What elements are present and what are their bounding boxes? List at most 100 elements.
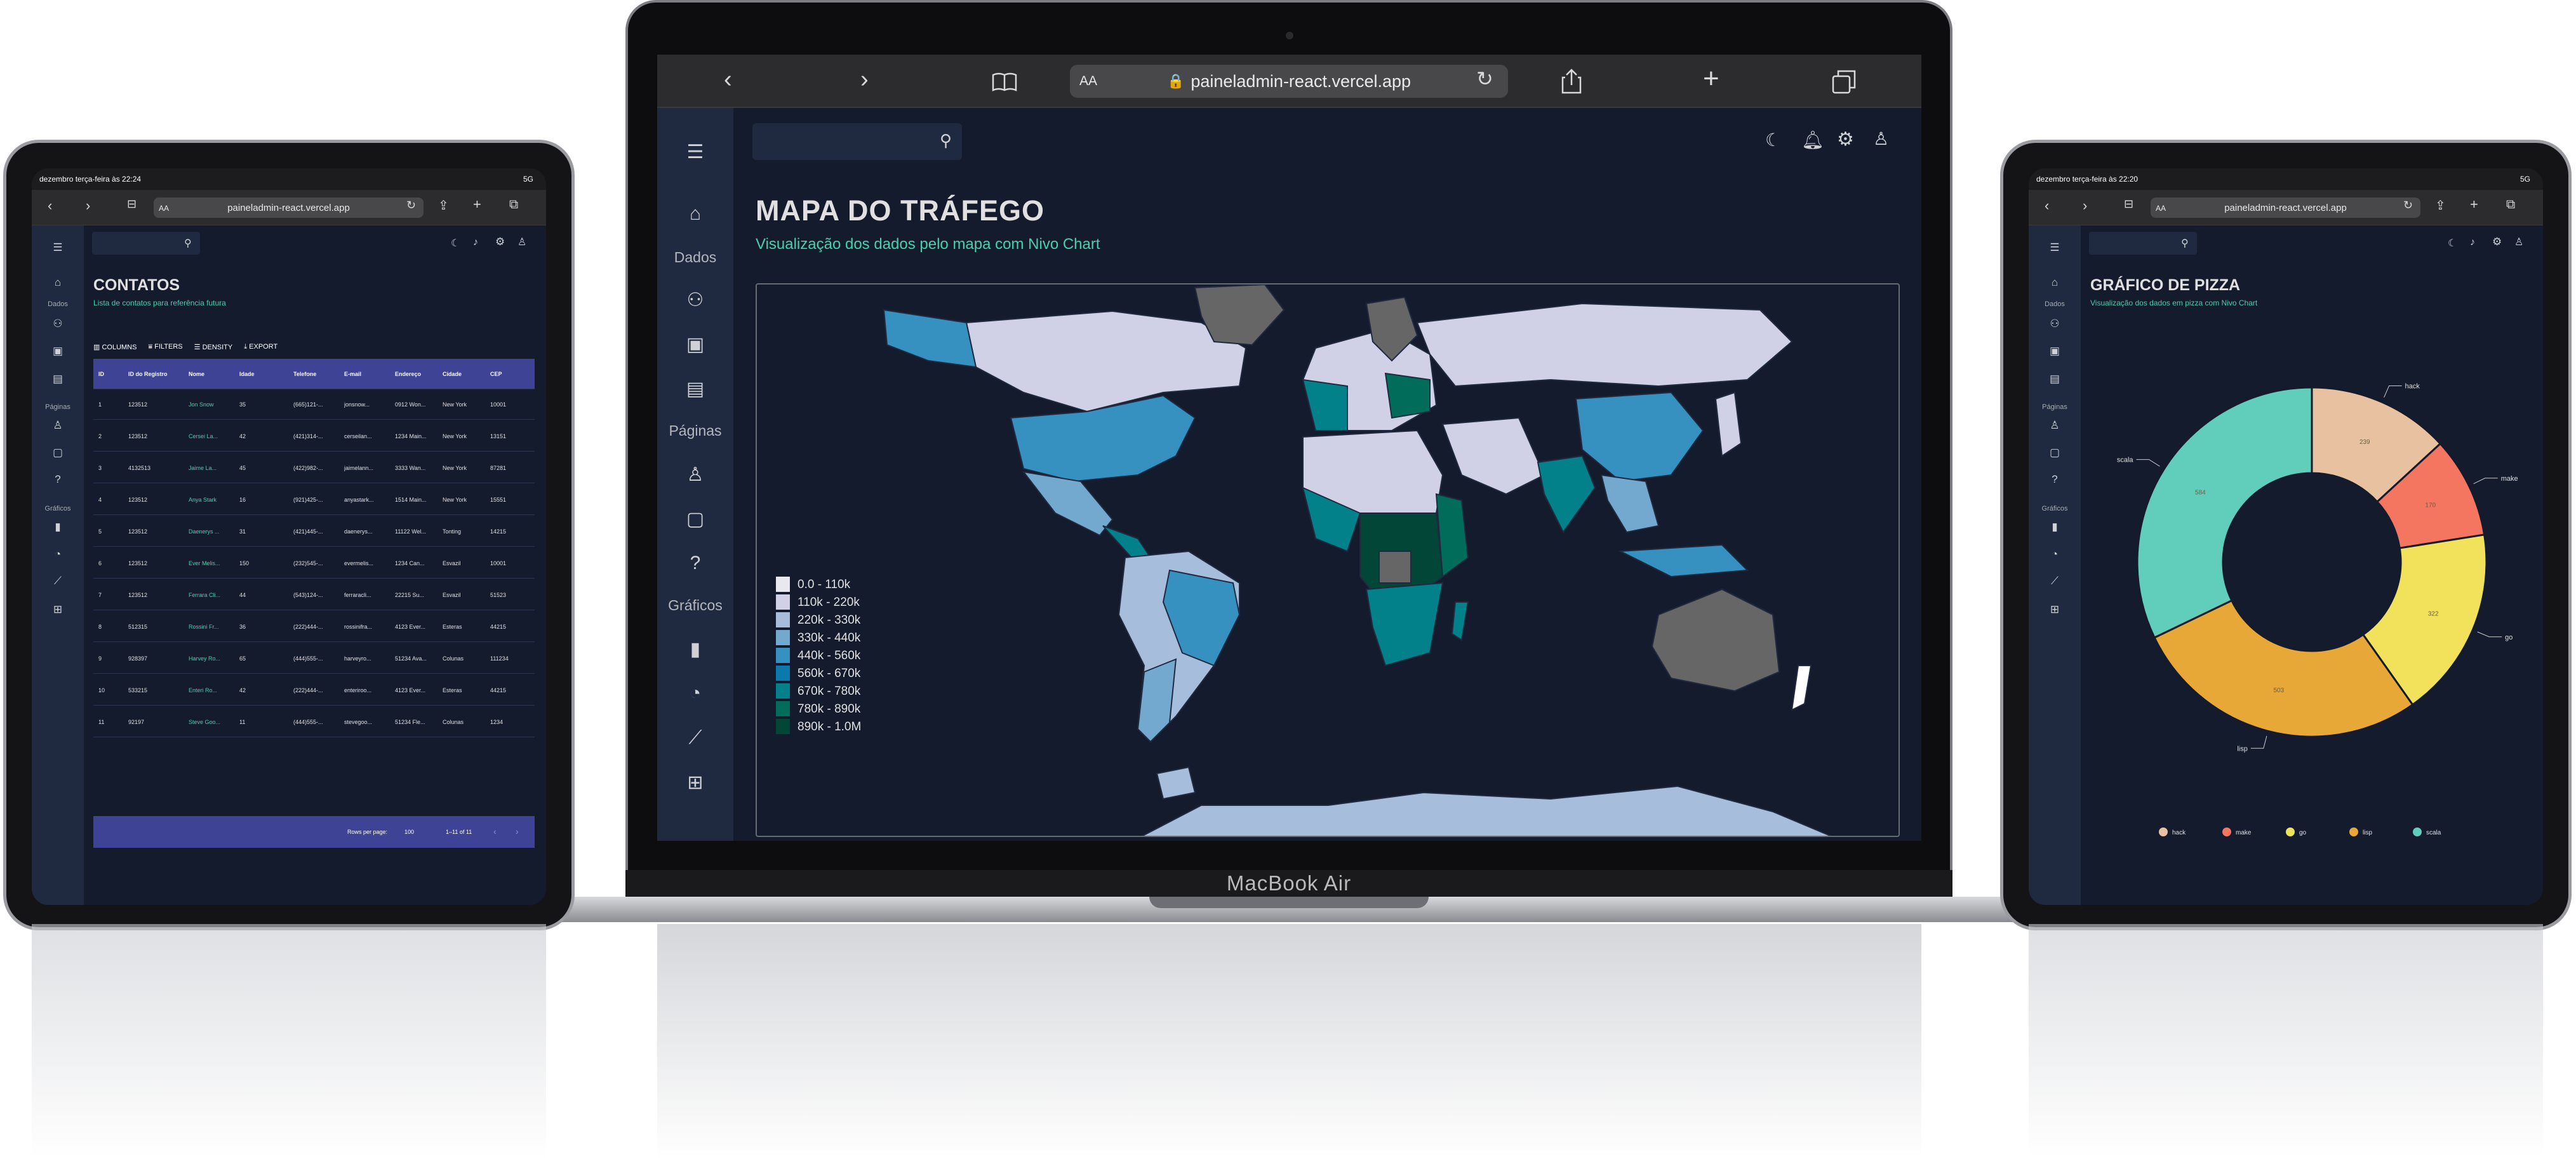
pie-chart-icon[interactable]: ◔ [2029, 548, 2081, 561]
calendar-icon[interactable]: ▢ [2029, 446, 2081, 459]
pie-slice-lisp[interactable] [2153, 599, 2414, 738]
legend-label: 780k - 890k [797, 702, 861, 716]
back-icon[interactable]: ‹ [48, 198, 52, 214]
book-icon[interactable]: ⊟ [127, 198, 137, 211]
team-icon[interactable]: ⚇ [32, 318, 84, 330]
share-icon[interactable] [1560, 69, 1583, 94]
search-input[interactable] [752, 123, 962, 160]
invoices-icon[interactable]: ▤ [657, 378, 733, 400]
plus-icon[interactable]: + [1703, 65, 1719, 93]
map-icon[interactable]: ⊞ [2029, 603, 2081, 616]
home-icon[interactable]: ⌂ [2029, 276, 2081, 289]
team-icon[interactable]: ⚇ [2029, 318, 2081, 330]
address-bar[interactable]: 🔒 paineladmin-react.vercel.app [1070, 65, 1508, 98]
book-icon[interactable] [992, 72, 1017, 91]
settings-icon[interactable]: ⚙ [495, 236, 505, 248]
calendar-icon[interactable]: ▢ [657, 508, 733, 530]
table-row: 11 92197 Steve Goo... 11 (444)555-... stevego… [93, 707, 535, 737]
rows-per-page-select[interactable]: 100 [404, 829, 414, 835]
density-button[interactable]: ☰ DENSITY [194, 343, 233, 351]
pie-chart-icon[interactable]: ◔ [32, 548, 84, 561]
share-icon[interactable]: ⇪ [2435, 198, 2446, 213]
filters-button[interactable]: ⩸ FILTERS [148, 343, 182, 351]
table-cell: 6 [98, 560, 102, 566]
pie-link-line [2136, 459, 2160, 467]
team-icon[interactable]: ⚇ [657, 289, 733, 311]
invoices-icon[interactable]: ▤ [2029, 373, 2081, 385]
address-bar[interactable]: paineladmin-react.vercel.app [2151, 198, 2420, 218]
profile-icon[interactable]: ♙ [657, 464, 733, 486]
reload-icon[interactable]: ↻ [406, 199, 416, 212]
tabs-icon[interactable]: ⧉ [2506, 198, 2515, 212]
table-cell: (444)555-... [293, 655, 323, 662]
back-icon[interactable]: ‹ [724, 67, 732, 91]
search-icon[interactable]: ⚲ [2181, 237, 2189, 250]
profile-icon[interactable]: ♙ [32, 419, 84, 432]
menu-icon[interactable]: ☰ [657, 141, 733, 163]
address-bar[interactable]: paineladmin-react.vercel.app [154, 198, 424, 218]
export-button[interactable]: ⤓ EXPORT [244, 343, 277, 351]
settings-icon[interactable]: ⚙ [1837, 128, 1854, 151]
user-icon[interactable]: ♙ [1873, 128, 1889, 149]
pie-chart-icon[interactable]: ◔ [657, 683, 733, 704]
bar-chart-icon[interactable]: ▮ [32, 521, 84, 533]
line-chart-icon[interactable]: ⟋ [657, 727, 733, 749]
table-cell: 51234 Ava... [395, 655, 427, 662]
bar-chart-icon[interactable]: ▮ [657, 638, 733, 660]
profile-icon[interactable]: ♙ [2029, 419, 2081, 432]
pie-slice-scala[interactable] [2136, 386, 2313, 640]
next-page-icon[interactable]: › [516, 826, 519, 836]
search-icon[interactable]: ⚲ [940, 131, 952, 151]
plus-icon[interactable]: + [2470, 196, 2478, 213]
dark-mode-icon[interactable]: ☾ [1765, 130, 1781, 151]
user-icon[interactable]: ♙ [2514, 236, 2523, 248]
contacts-icon[interactable]: ▣ [32, 345, 84, 358]
help-icon[interactable]: ? [657, 553, 733, 574]
dark-mode-icon[interactable]: ☾ [451, 237, 460, 250]
plus-icon[interactable]: + [473, 196, 481, 213]
table-header-row: ID ID do Registro Nome Idade Telefone E-mail E… [93, 359, 535, 389]
help-icon[interactable]: ? [32, 473, 84, 486]
share-icon[interactable]: ⇪ [438, 198, 449, 213]
text-size-button[interactable]: AA [159, 204, 169, 213]
prev-page-icon[interactable]: ‹ [493, 826, 497, 836]
text-size-button[interactable]: AA [1079, 74, 1097, 89]
home-icon[interactable]: ⌂ [32, 276, 84, 289]
line-chart-icon[interactable]: ⟋ [32, 575, 84, 587]
search-icon[interactable]: ⚲ [184, 237, 192, 250]
reload-icon[interactable]: ↻ [2403, 199, 2413, 212]
bar-chart-icon[interactable]: ▮ [2029, 521, 2081, 533]
help-icon[interactable]: ? [2029, 473, 2081, 486]
notifications-icon[interactable]: ♪ [2470, 237, 2475, 248]
table-cell: 42 [239, 433, 246, 439]
user-icon[interactable]: ♙ [517, 236, 526, 248]
invoices-icon[interactable]: ▤ [32, 373, 84, 385]
tabs-icon[interactable]: ⧉ [509, 198, 518, 212]
contacts-icon[interactable]: ▣ [657, 333, 733, 356]
table-cell: evermelis... [344, 560, 374, 566]
reload-icon[interactable]: ↻ [1476, 69, 1493, 89]
menu-icon[interactable]: ☰ [32, 241, 84, 254]
map-icon[interactable]: ⊞ [657, 772, 733, 794]
contacts-icon[interactable]: ▣ [2029, 345, 2081, 358]
forward-icon[interactable]: › [860, 67, 869, 91]
forward-icon[interactable]: › [2083, 198, 2087, 214]
table-cell: 13151 [490, 433, 507, 439]
dark-mode-icon[interactable]: ☾ [2448, 237, 2457, 250]
text-size-button[interactable]: AA [2156, 204, 2166, 213]
menu-icon[interactable]: ☰ [2029, 241, 2081, 254]
table-cell: 150 [239, 560, 250, 566]
back-icon[interactable]: ‹ [2045, 198, 2049, 214]
forward-icon[interactable]: › [86, 198, 90, 214]
line-chart-icon[interactable]: ⟋ [2029, 575, 2081, 587]
notifications-icon[interactable]: ♪ [473, 237, 478, 248]
settings-icon[interactable]: ⚙ [2492, 236, 2502, 248]
calendar-icon[interactable]: ▢ [32, 446, 84, 459]
columns-button[interactable]: ▥ COLUMNS [93, 343, 137, 351]
tabs-icon[interactable] [1832, 70, 1856, 94]
home-icon[interactable]: ⌂ [657, 203, 733, 225]
book-icon[interactable]: ⊟ [2124, 198, 2133, 211]
notifications-icon[interactable]: 🔔︎ [1801, 130, 1824, 151]
map-icon[interactable]: ⊞ [32, 603, 84, 616]
table-cell: ferraracli... [344, 592, 371, 598]
